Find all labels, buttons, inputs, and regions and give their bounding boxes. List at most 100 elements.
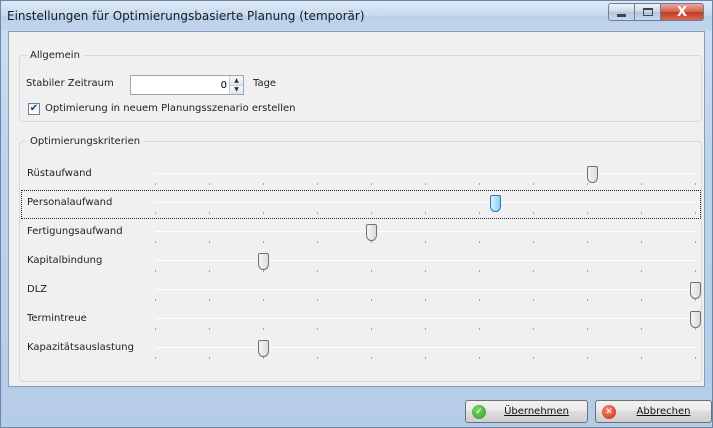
stable-period-unit: Tage [253,78,277,89]
stepper-up-icon[interactable]: ▲ [230,76,243,86]
title-bar[interactable]: Einstellungen für Optimierungsbasierte P… [1,1,712,31]
criterion-row[interactable]: Termintreue [21,306,701,335]
slider-thumb[interactable] [366,224,377,241]
slider-tick [479,270,480,272]
slider-tick [587,299,588,301]
slider-tick [695,241,696,243]
criterion-row[interactable]: Rüstaufwand [21,161,701,190]
slider-tick [533,270,534,272]
slider-thumb[interactable] [690,282,701,299]
criterion-label: Rüstaufwand [27,168,92,179]
slider-tick [695,270,696,272]
stable-period-stepper[interactable]: ▲ ▼ [130,75,244,95]
stepper-down-icon[interactable]: ▼ [230,85,243,94]
slider-tick [641,183,642,185]
slider-tick [641,328,642,330]
slider-tick [479,299,480,301]
criterion-slider[interactable] [155,282,701,301]
criterion-slider[interactable] [155,224,696,243]
maximize-icon [642,8,653,16]
cancel-circle-icon: ✕ [602,404,616,419]
cancel-button[interactable]: ✕ Abbrechen [595,400,712,423]
criterion-row[interactable]: DLZ [21,277,701,306]
slider-tick [479,328,480,330]
slider-thumb[interactable] [258,253,269,270]
slider-tick [155,212,156,214]
slider-thumb[interactable] [258,340,269,357]
maximize-button[interactable] [634,3,660,21]
slider-tick [155,183,156,185]
general-group: Allgemein Stabiler Zeitraum ▲ ▼ Tage ✔ O… [19,50,702,122]
apply-button-label: Übernehmen [504,406,569,417]
criterion-label: Termintreue [27,313,87,324]
slider-thumb[interactable] [690,311,701,328]
criterion-label: DLZ [27,284,48,295]
criterion-slider[interactable] [155,311,701,330]
stepper-buttons: ▲ ▼ [229,76,243,94]
slider-tick [317,299,318,301]
stable-period-input[interactable] [131,76,229,94]
slider-tick [533,299,534,301]
slider-tick [533,183,534,185]
slider-tick [155,357,156,359]
new-scenario-checkbox[interactable]: ✔ [28,103,40,115]
apply-button[interactable]: ✓ Übernehmen [465,400,588,423]
slider-tick [479,183,480,185]
slider-tick [155,241,156,243]
slider-tick [587,270,588,272]
slider-thumb[interactable] [490,195,501,212]
slider-tick [587,357,588,359]
slider-tick [317,357,318,359]
slider-tick [533,357,534,359]
checkmark-icon: ✔ [29,103,39,114]
stable-period-label: Stabiler Zeitraum [26,78,114,89]
dialog-content: Allgemein Stabiler Zeitraum ▲ ▼ Tage ✔ O… [8,31,705,387]
criterion-row[interactable]: Personalaufwand [21,190,701,219]
slider-tick [371,212,372,214]
criterion-slider[interactable] [155,253,696,272]
close-icon: X [676,4,688,20]
slider-tick [317,328,318,330]
slider-tick [533,328,534,330]
slider-tick [641,270,642,272]
slider-tick [533,241,534,243]
criterion-slider[interactable] [155,195,696,214]
slider-tick [317,270,318,272]
slider-tick [641,299,642,301]
slider-tick [695,328,696,330]
slider-tick [479,241,480,243]
slider-thumb[interactable] [587,166,598,183]
slider-tick [695,212,696,214]
slider-track [155,202,695,203]
criterion-label: Personalaufwand [27,197,113,208]
criterion-slider[interactable] [155,340,696,359]
slider-tick [533,212,534,214]
slider-tick [641,357,642,359]
criterion-slider[interactable] [155,166,696,185]
slider-tick [317,241,318,243]
criteria-group: Optimierungskriterien Rüstaufwand Persona… [19,136,702,382]
criteria-legend: Optimierungskriterien [30,136,141,147]
criterion-row[interactable]: Kapitalbindung [21,248,701,277]
criterion-row[interactable]: Fertigungsaufwand [21,219,701,248]
criterion-row[interactable]: Kapazitätsauslastung [21,335,701,364]
slider-tick [371,357,372,359]
window-controls: X [608,3,704,21]
slider-tick [425,270,426,272]
slider-tick [479,212,480,214]
new-scenario-label[interactable]: Optimierung in neuem Planungsszenario er… [45,103,295,114]
cancel-button-label: Abbrechen [636,406,691,417]
minimize-icon [617,13,626,17]
close-button[interactable]: X [660,3,704,21]
slider-tick [695,183,696,185]
slider-tick [425,241,426,243]
slider-tick [263,270,264,272]
slider-tick [371,241,372,243]
slider-tick [587,241,588,243]
slider-tick [209,299,210,301]
slider-tick [209,241,210,243]
slider-track [155,173,695,174]
slider-tick [587,183,588,185]
minimize-button[interactable] [608,3,634,21]
slider-tick [479,357,480,359]
